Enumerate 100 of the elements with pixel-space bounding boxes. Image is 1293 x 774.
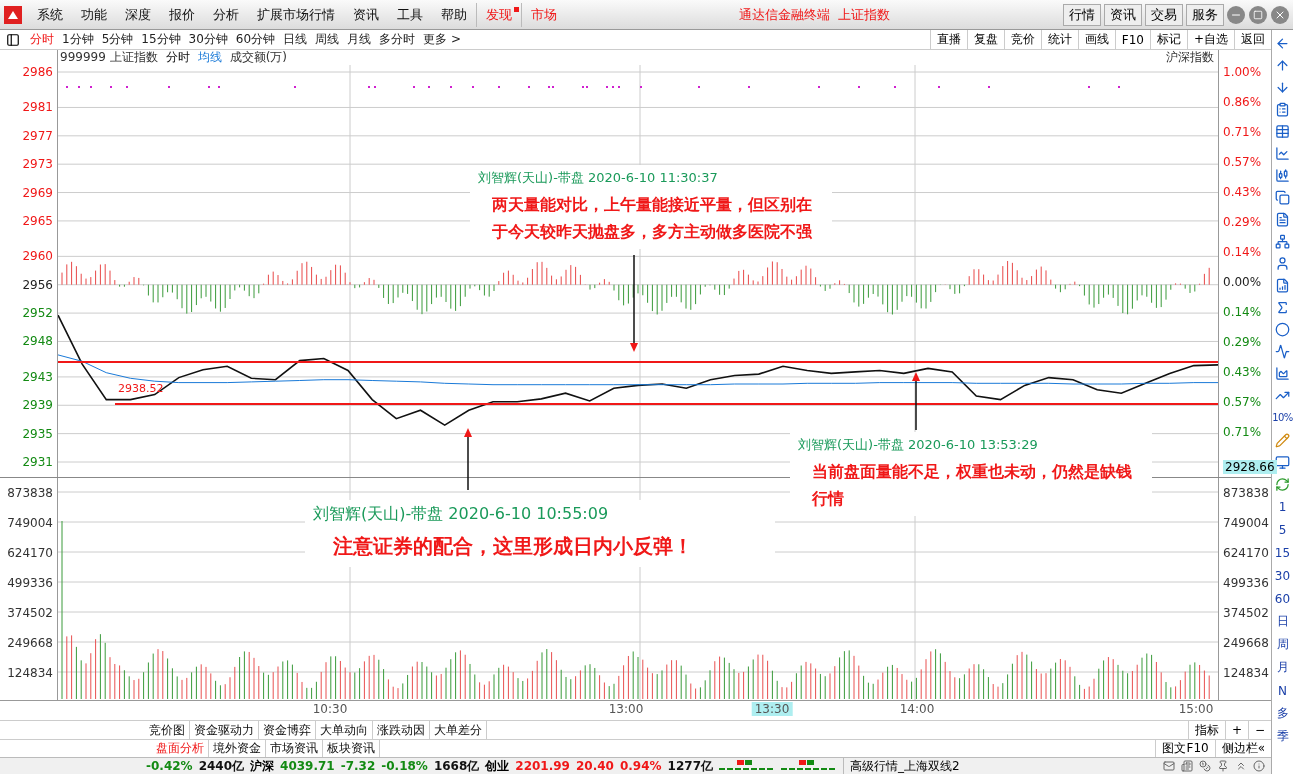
breadth-gauge-drawing — [781, 760, 837, 772]
chart-header-text: 999999 上证指数 — [60, 49, 158, 66]
tool-button[interactable]: 复盘 — [966, 30, 1004, 49]
menu-item[interactable]: 资讯 — [344, 2, 388, 27]
panel-tab[interactable]: 大单差分 — [430, 721, 487, 739]
menu-item[interactable]: 扩展市场行情 — [248, 2, 344, 27]
panel-toggle-icon[interactable] — [6, 32, 20, 47]
maximize-icon[interactable] — [1249, 5, 1267, 24]
menu-item[interactable]: 发现 — [476, 2, 521, 27]
sidebar-item[interactable]: 10% — [1272, 406, 1293, 429]
sidebar-item[interactable]: 60 — [1274, 587, 1291, 610]
status-text: -0.18% — [381, 759, 428, 773]
pin-icon[interactable] — [1217, 760, 1229, 772]
sidebar-item[interactable]: 季 — [1276, 725, 1289, 748]
menu-item[interactable]: 深度 — [116, 2, 160, 27]
price-label: 2986 — [22, 64, 53, 80]
chart-header-text: 成交额(万) — [229, 49, 287, 66]
menu-item[interactable]: 功能 — [72, 2, 116, 27]
period-tab[interactable]: 日线 — [279, 31, 312, 48]
volume-label: 249668 — [7, 636, 53, 650]
status-text: 0.94% — [619, 759, 662, 773]
minimize-icon[interactable] — [1227, 5, 1245, 24]
status-text: 创业 — [485, 757, 510, 774]
period-tab[interactable]: 更多 > — [419, 31, 465, 48]
price-label: 2977 — [22, 127, 53, 144]
tool-button[interactable]: +自选 — [1186, 30, 1234, 49]
menu-item[interactable]: 报价 — [160, 2, 204, 27]
panel-control[interactable]: + — [1224, 721, 1248, 739]
panel-control[interactable]: − — [1247, 721, 1271, 739]
top-button[interactable]: 行情 — [1063, 3, 1101, 26]
menu-item[interactable]: 分析 — [204, 2, 248, 27]
sidebar-item[interactable]: 多 — [1276, 702, 1289, 725]
annotation-message: 注意证券的配合，这里形成日内小反弹！ — [332, 533, 694, 560]
price-label: 2952 — [22, 305, 53, 322]
tool-button[interactable]: 画线 — [1077, 30, 1115, 49]
period-tab[interactable]: 分时 — [26, 31, 58, 48]
price-label: 2943 — [22, 368, 53, 385]
volume-label: 499336 — [7, 576, 53, 590]
support-price-label: 2938.52 — [118, 382, 164, 395]
sidebar-item[interactable]: N — [1278, 679, 1287, 702]
news-icon[interactable] — [1181, 760, 1193, 772]
period-tab[interactable]: 15分钟 — [137, 31, 185, 48]
percent-label: 0.43% — [1223, 185, 1262, 199]
info-icon[interactable] — [1253, 760, 1265, 772]
percent-label: 0.14% — [1223, 245, 1262, 259]
price-label: 2956 — [22, 276, 53, 293]
sidebar-item[interactable]: 1 — [1278, 495, 1287, 518]
sidebar-item[interactable]: 周 — [1276, 633, 1289, 656]
sidebar-item[interactable]: 月 — [1276, 656, 1289, 679]
top-button[interactable]: 资讯 — [1104, 3, 1142, 26]
close-icon[interactable] — [1271, 5, 1289, 24]
volume-label: 624170 — [1223, 546, 1269, 560]
percent-label: 0.14% — [1223, 305, 1262, 319]
tool-button[interactable]: 竞价 — [1003, 30, 1041, 49]
period-tab[interactable]: 60分钟 — [231, 31, 280, 48]
menu-item[interactable]: 工具 — [388, 2, 432, 27]
volume-label: 374502 — [1223, 606, 1269, 620]
coin-icon[interactable] — [1199, 760, 1211, 772]
menu-item[interactable]: 帮助 — [432, 2, 476, 27]
period-tab[interactable]: 月线 — [343, 31, 376, 48]
top-button[interactable]: 交易 — [1145, 3, 1183, 26]
sidebar-item[interactable]: 日 — [1276, 610, 1289, 633]
period-tab[interactable]: 30分钟 — [184, 31, 232, 48]
volume-label: 499336 — [1223, 576, 1269, 590]
panel-control[interactable]: 指标 — [1187, 721, 1225, 739]
tool-button[interactable]: 统计 — [1040, 30, 1078, 49]
panel-tab[interactable]: 涨跌动因 — [373, 721, 430, 739]
top-button[interactable]: 服务 — [1186, 3, 1224, 26]
panel-tab[interactable]: 资金驱动力 — [190, 721, 259, 739]
panel-tab[interactable]: 竞价图 — [145, 721, 190, 739]
percent-label: 0.86% — [1223, 95, 1262, 109]
volume-label: 374502 — [7, 606, 53, 620]
sidebar-item[interactable]: 15 — [1274, 541, 1291, 564]
tool-button[interactable]: 标记 — [1149, 30, 1187, 49]
status-text: -0.42% — [146, 759, 193, 773]
period-tab[interactable]: 多分时 — [375, 31, 420, 48]
period-tab[interactable]: 1分钟 — [58, 31, 98, 48]
price-label: 2960 — [22, 248, 53, 265]
sidebar-item[interactable]: 5 — [1278, 518, 1287, 541]
app-logo-icon[interactable] — [4, 5, 22, 24]
tool-button[interactable]: F10 — [1114, 30, 1150, 49]
tool-button[interactable]: 直播 — [929, 30, 967, 49]
feed-name: 高级行情_上海双线2 — [843, 757, 960, 774]
sidebar-item[interactable]: 30 — [1274, 564, 1291, 587]
menu-item[interactable]: 系统 — [28, 2, 72, 27]
chevrons-up-icon[interactable] — [1235, 760, 1247, 772]
percent-label: 0.00% — [1223, 275, 1262, 289]
percent-label: 0.43% — [1223, 365, 1262, 379]
time-label: 10:30 — [311, 702, 349, 716]
panel-tab[interactable]: 大单动向 — [316, 721, 373, 739]
period-tab[interactable]: 周线 — [311, 31, 344, 48]
period-tab[interactable]: 5分钟 — [97, 31, 138, 48]
time-label: 15:00 — [1177, 702, 1215, 716]
panel-tab[interactable]: 资金博弈 — [259, 721, 316, 739]
percent-label: 0.71% — [1223, 425, 1262, 439]
price-label: 2935 — [22, 425, 53, 442]
tool-button[interactable]: 返回 — [1234, 30, 1271, 49]
menu-item[interactable]: 市场 — [521, 2, 566, 27]
mail-icon[interactable] — [1163, 760, 1175, 772]
percent-label: 0.29% — [1223, 215, 1262, 229]
